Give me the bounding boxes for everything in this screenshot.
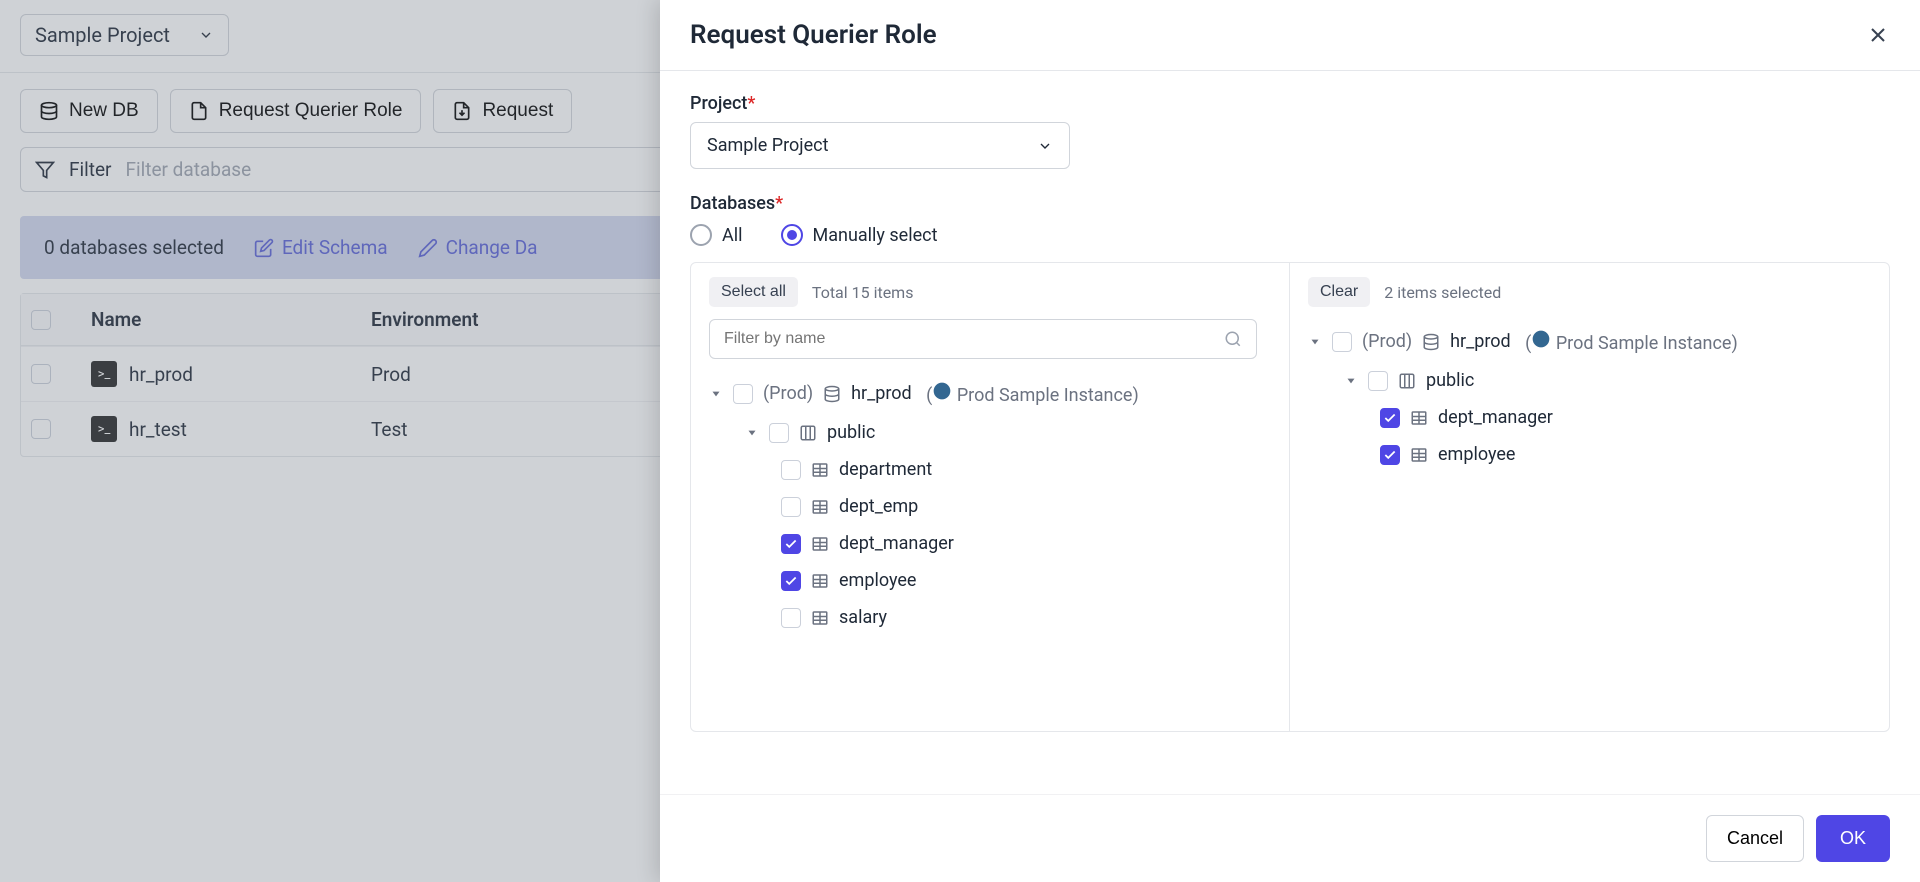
table-icon (811, 609, 829, 627)
table-name: employee (1438, 444, 1515, 465)
drawer-body: Project* Sample Project Databases* All M… (660, 71, 1920, 794)
tree-checkbox[interactable] (769, 423, 789, 443)
table-name: dept_emp (839, 496, 918, 517)
database-icon (823, 385, 841, 403)
required-mark: * (775, 193, 783, 214)
tree-node-table[interactable]: employee (1308, 436, 1871, 473)
required-mark: * (747, 93, 755, 114)
tree-checkbox-checked[interactable] (781, 534, 801, 554)
radio-all-label: All (722, 225, 743, 246)
table-name: dept_manager (839, 533, 954, 554)
project-dropdown[interactable]: Sample Project (690, 122, 1070, 169)
postgres-icon (932, 381, 952, 401)
table-icon (811, 535, 829, 553)
close-icon[interactable] (1866, 23, 1890, 47)
search-icon (1224, 330, 1242, 348)
chevron-down-icon (1037, 138, 1053, 154)
db-name: hr_prod (851, 383, 912, 404)
table-icon (1410, 409, 1428, 427)
cancel-button[interactable]: Cancel (1706, 815, 1804, 862)
databases-label-text: Databases (690, 193, 775, 214)
table-icon (811, 461, 829, 479)
radio-manual[interactable]: Manually select (781, 224, 938, 246)
radio-manual-label: Manually select (813, 225, 938, 246)
target-tree: (Prod) hr_prod ( Prod Sample Instance) p… (1308, 321, 1871, 473)
transfer-target: Clear 2 items selected (Prod) hr_prod ( … (1290, 263, 1889, 731)
tree-checkbox[interactable] (1368, 371, 1388, 391)
table-name: salary (839, 607, 887, 628)
instance-label: ( Prod Sample Instance) (1521, 329, 1738, 354)
env-label: (Prod) (1362, 331, 1412, 352)
tree-node-database[interactable]: (Prod) hr_prod ( Prod Sample Instance) (1308, 321, 1871, 362)
source-header: Select all Total 15 items (709, 277, 1271, 307)
caret-down-icon (745, 426, 759, 440)
table-name: department (839, 459, 932, 480)
ok-button[interactable]: OK (1816, 815, 1890, 862)
table-icon (811, 572, 829, 590)
drawer-header: Request Querier Role (660, 0, 1920, 71)
drawer-title: Request Querier Role (690, 20, 937, 50)
db-name: hr_prod (1450, 331, 1511, 352)
filter-input[interactable] (724, 330, 1224, 348)
tree-node-schema[interactable]: public (709, 414, 1271, 451)
transfer-source: Select all Total 15 items (Prod) hr_prod (691, 263, 1290, 731)
tree-node-database[interactable]: (Prod) hr_prod ( Prod Sample Instance) (709, 373, 1271, 414)
databases-field-label: Databases* (690, 193, 1890, 214)
radio-circle (690, 224, 712, 246)
clear-button[interactable]: Clear (1308, 277, 1370, 307)
caret-down-icon (709, 387, 723, 401)
radio-all[interactable]: All (690, 224, 743, 246)
project-dropdown-value: Sample Project (707, 135, 828, 156)
schema-name: public (827, 422, 875, 443)
tree-node-table[interactable]: employee (709, 562, 1271, 599)
instance-label: ( Prod Sample Instance) (922, 381, 1139, 406)
select-all-button[interactable]: Select all (709, 277, 798, 307)
selected-count-label: 2 items selected (1384, 283, 1501, 302)
radio-circle-selected (781, 224, 803, 246)
table-icon (1410, 446, 1428, 464)
schema-icon (1398, 372, 1416, 390)
tree-checkbox-checked[interactable] (781, 571, 801, 591)
project-label-text: Project (690, 93, 747, 114)
tree-node-table[interactable]: dept_emp (709, 488, 1271, 525)
caret-down-icon (1308, 335, 1322, 349)
tree-node-table[interactable]: salary (709, 599, 1271, 636)
tree-node-table[interactable]: dept_manager (709, 525, 1271, 562)
database-mode-radios: All Manually select (690, 224, 1890, 246)
tree-checkbox-checked[interactable] (1380, 445, 1400, 465)
project-field-label: Project* (690, 93, 1890, 114)
drawer-footer: Cancel OK (660, 794, 1920, 882)
total-items-label: Total 15 items (812, 283, 914, 302)
instance-name: Prod Sample Instance (1556, 333, 1732, 354)
tree-checkbox-checked[interactable] (1380, 408, 1400, 428)
transfer-panel: Select all Total 15 items (Prod) hr_prod (690, 262, 1890, 732)
tree-node-table[interactable]: dept_manager (1308, 399, 1871, 436)
instance-name: Prod Sample Instance (957, 385, 1133, 406)
schema-name: public (1426, 370, 1474, 391)
env-label: (Prod) (763, 383, 813, 404)
table-name: dept_manager (1438, 407, 1553, 428)
database-icon (1422, 333, 1440, 351)
tree-checkbox[interactable] (781, 460, 801, 480)
tree-checkbox[interactable] (781, 608, 801, 628)
tree-node-table[interactable]: department (709, 451, 1271, 488)
filter-tables-input[interactable] (709, 319, 1257, 359)
source-tree: (Prod) hr_prod ( Prod Sample Instance) p… (709, 373, 1271, 636)
request-querier-drawer: Request Querier Role Project* Sample Pro… (660, 0, 1920, 882)
table-icon (811, 498, 829, 516)
schema-icon (799, 424, 817, 442)
tree-checkbox[interactable] (733, 384, 753, 404)
caret-down-icon (1344, 374, 1358, 388)
tree-node-schema[interactable]: public (1308, 362, 1871, 399)
target-header: Clear 2 items selected (1308, 277, 1871, 307)
postgres-icon (1531, 329, 1551, 349)
tree-checkbox[interactable] (1332, 332, 1352, 352)
table-name: employee (839, 570, 916, 591)
tree-checkbox[interactable] (781, 497, 801, 517)
